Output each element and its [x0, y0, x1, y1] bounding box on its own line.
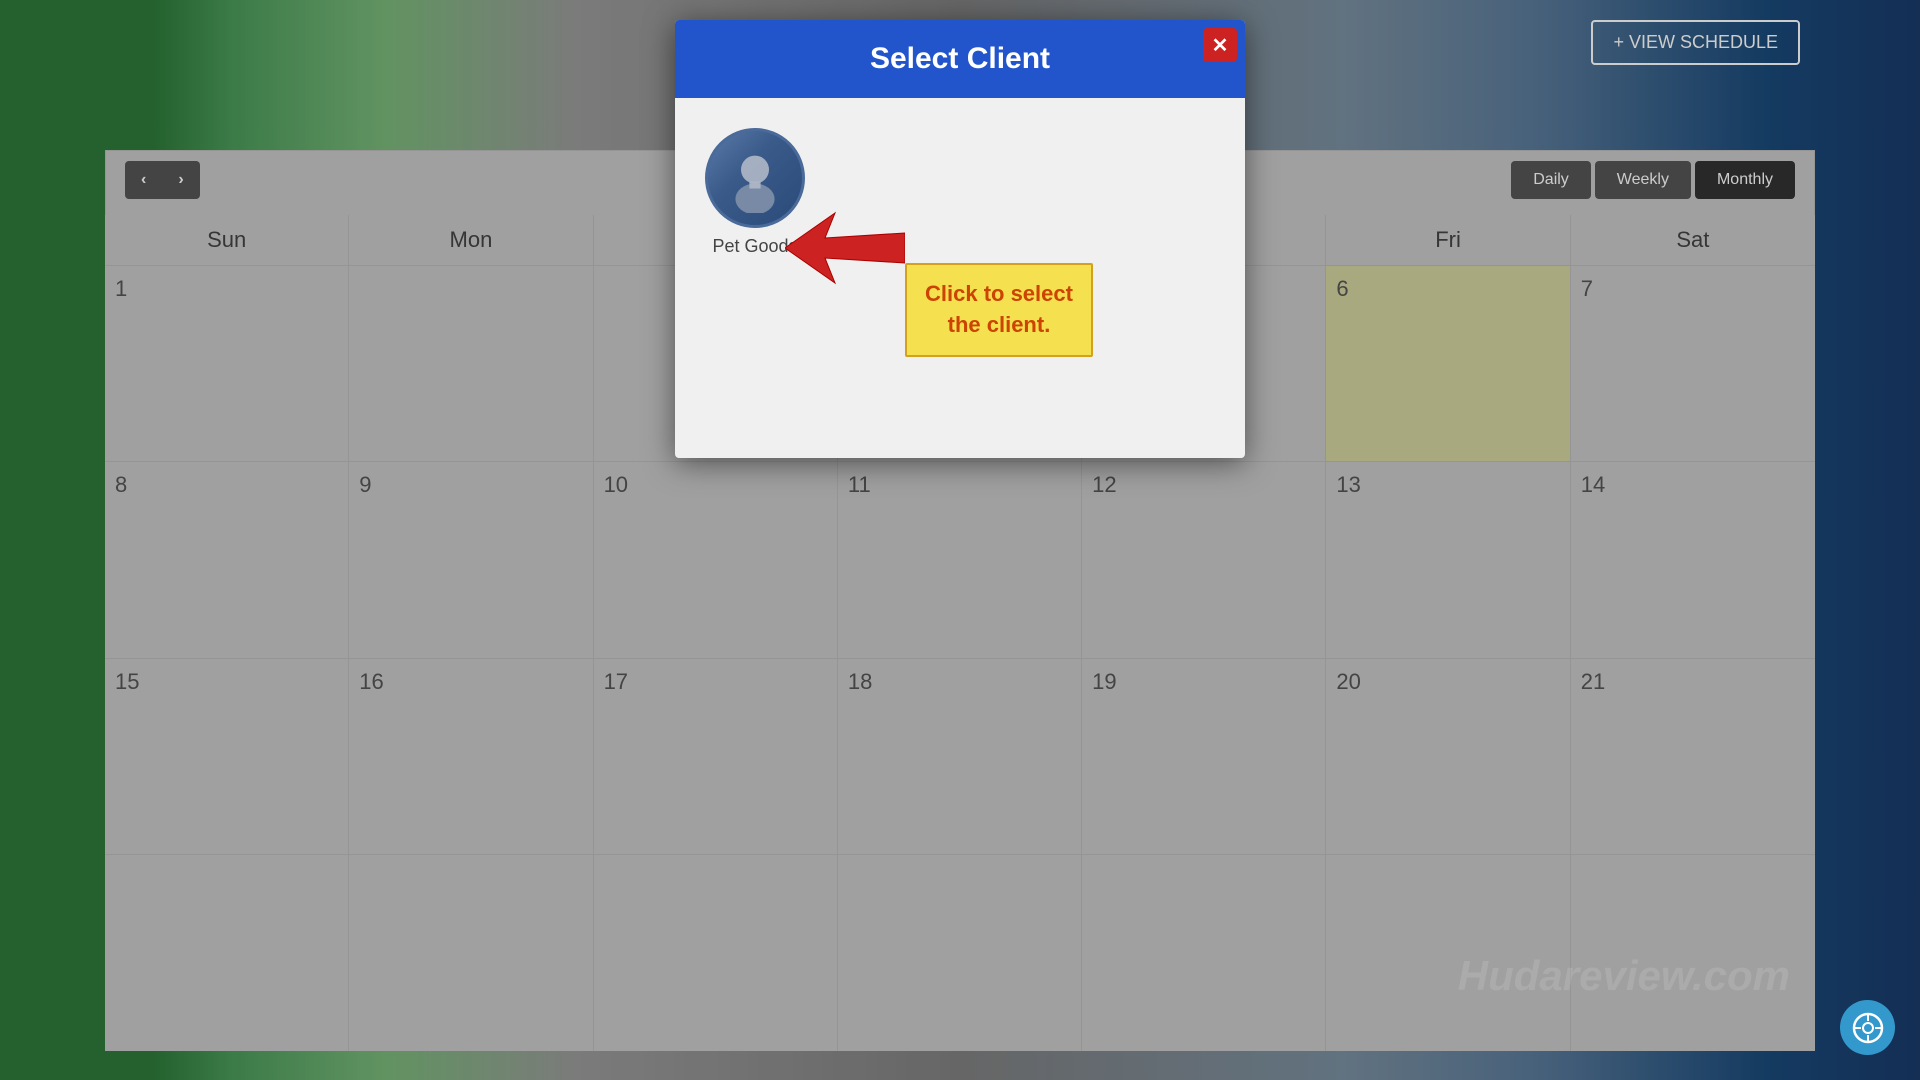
modal-title: Select Client: [870, 42, 1050, 75]
select-client-modal: Select Client ✕ Pet Goods: [675, 20, 1245, 458]
tooltip-box: Click to select the client.: [905, 263, 1093, 357]
modal-body: Pet Goods Click to select the client.: [675, 98, 1245, 458]
support-button[interactable]: [1840, 1000, 1895, 1055]
modal-header: Select Client ✕: [675, 20, 1245, 98]
annotation-arrow: [785, 208, 905, 293]
modal-close-button[interactable]: ✕: [1203, 28, 1237, 62]
